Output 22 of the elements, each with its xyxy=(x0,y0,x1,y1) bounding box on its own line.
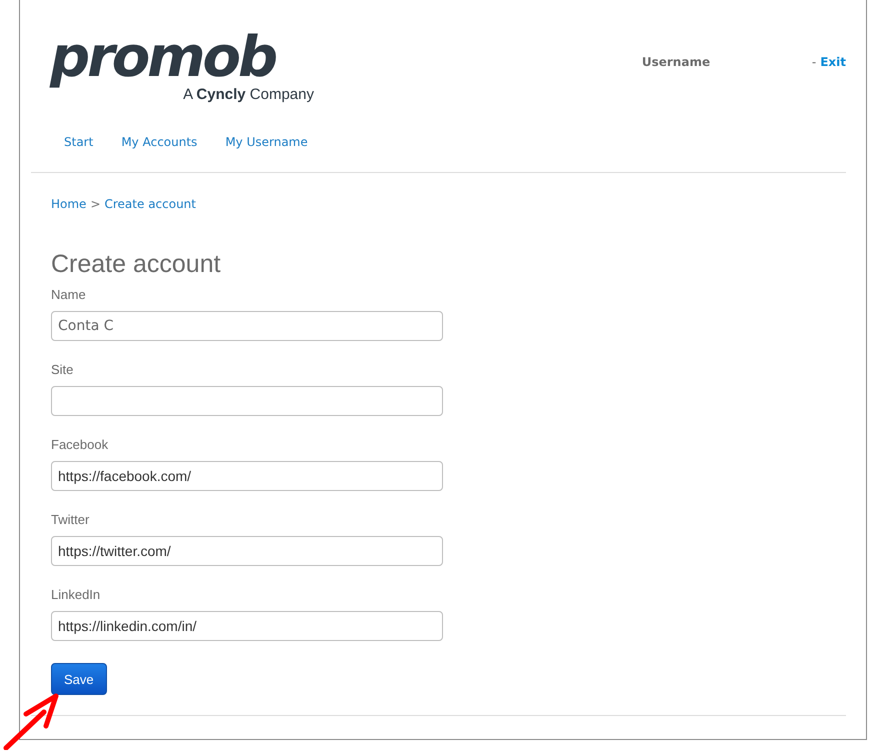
field-label: Facebook xyxy=(51,437,110,453)
nav-link[interactable]: Start xyxy=(64,135,94,149)
save-button[interactable]: Save xyxy=(51,663,107,695)
username-label: Username xyxy=(642,55,712,71)
nav-link[interactable]: My Username xyxy=(225,135,308,149)
input-field[interactable]: https://linkedin.com/in/ xyxy=(51,611,443,641)
breadcrumb-link[interactable]: Create account xyxy=(104,197,196,211)
field-label: Twitter xyxy=(51,512,90,528)
breadcrumb-link[interactable]: Home xyxy=(51,197,86,211)
field-label: Name xyxy=(51,287,87,303)
breadcrumb-separator: > xyxy=(90,197,100,211)
nav-link[interactable]: My Accounts xyxy=(121,135,198,149)
separator-text: - xyxy=(812,55,816,71)
field-label: Site xyxy=(51,362,74,378)
input-field[interactable] xyxy=(51,386,443,416)
exit-link[interactable]: Exit xyxy=(820,55,846,112)
input-field[interactable]: https://facebook.com/ xyxy=(51,461,443,491)
input-field[interactable]: https://twitter.com/ xyxy=(51,536,443,566)
input-field[interactable]: Conta C xyxy=(51,311,443,341)
logo-tagline: A Cyncly Company xyxy=(183,86,314,104)
page-title: Create account xyxy=(51,249,222,279)
field-label: LinkedIn xyxy=(51,587,102,603)
